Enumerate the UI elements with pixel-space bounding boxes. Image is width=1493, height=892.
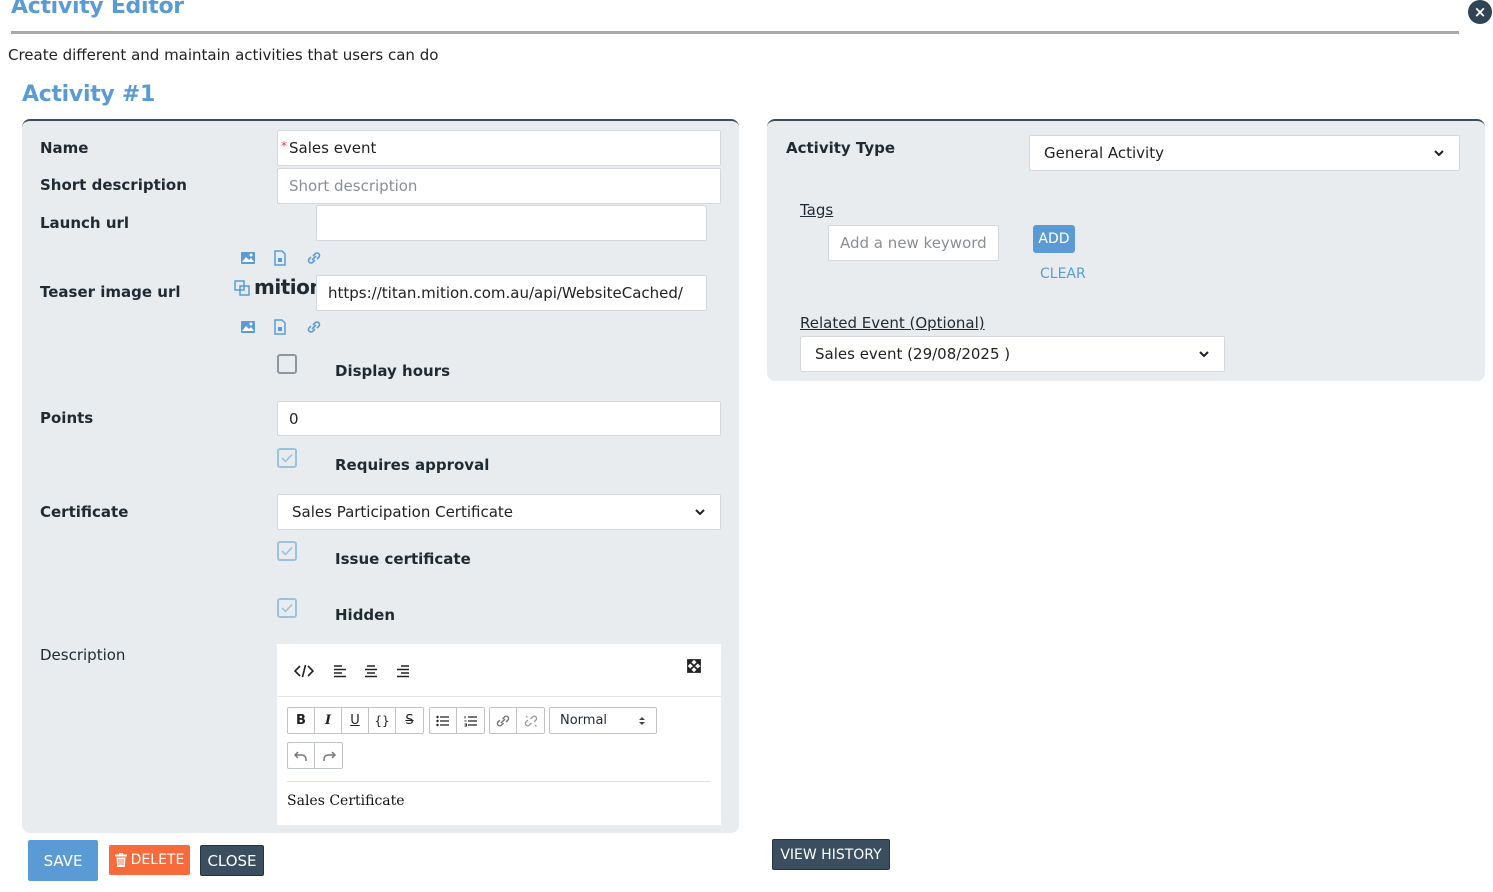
check-icon <box>281 603 293 613</box>
view-history-button[interactable]: VIEW HISTORY <box>772 839 890 870</box>
tag-keyword-input[interactable]: Add a new keyword <box>828 225 999 261</box>
image-icon[interactable] <box>240 319 256 335</box>
link-icon[interactable] <box>305 319 323 335</box>
launch-url-label: Launch url <box>40 214 130 232</box>
image-icon[interactable] <box>240 250 256 266</box>
undo-button[interactable] <box>288 743 315 768</box>
code-view-icon[interactable] <box>294 662 314 680</box>
teaser-image-url-label: Teaser image url <box>40 283 181 301</box>
add-tag-button[interactable]: ADD <box>1033 225 1075 253</box>
activity-heading: Activity #1 <box>22 82 155 107</box>
align-left-icon[interactable] <box>330 662 350 680</box>
paragraph-format-select[interactable]: Normal <box>549 707 657 734</box>
code-block-button[interactable]: {} <box>369 708 396 733</box>
related-event-selected: Sales event (29/08/2025 ) <box>815 345 1011 363</box>
bold-button[interactable]: B <box>288 708 315 733</box>
chevron-down-icon <box>695 509 705 516</box>
unlink-icon <box>524 715 537 727</box>
issue-certificate-checkbox[interactable] <box>277 541 297 561</box>
description-editor: B I U {} S Normal Sales Certificate <box>277 644 721 825</box>
requires-approval-label: Requires approval <box>335 456 490 474</box>
points-input[interactable]: 0 <box>277 401 721 436</box>
page-subtitle: Create different and maintain activities… <box>8 46 439 64</box>
page-title: Activity Editor <box>11 0 184 19</box>
certificate-label: Certificate <box>40 503 129 521</box>
name-input-value: Sales event <box>289 139 377 157</box>
fullscreen-icon[interactable] <box>684 657 704 675</box>
related-event-label: Related Event (Optional) <box>800 314 985 332</box>
paragraph-format-value: Normal <box>560 713 608 728</box>
bullet-list-icon <box>436 715 449 726</box>
insert-link-button[interactable] <box>490 708 517 733</box>
delete-button[interactable]: DELETE <box>109 845 190 875</box>
italic-button[interactable]: I <box>315 708 342 733</box>
editor-divider <box>287 781 710 782</box>
file-icon[interactable] <box>272 319 288 335</box>
format-toolbar-group: B I U {} S <box>287 707 424 734</box>
numbered-list-icon <box>464 715 477 726</box>
short-description-label: Short description <box>40 176 187 194</box>
name-label: Name <box>40 139 89 157</box>
align-right-icon[interactable] <box>393 662 413 680</box>
requires-approval-checkbox[interactable] <box>277 448 297 468</box>
close-button[interactable]: CLOSE <box>200 845 264 876</box>
activity-type-select[interactable]: General Activity <box>1029 135 1460 171</box>
bullet-list-button[interactable] <box>430 708 457 733</box>
remove-link-button[interactable] <box>517 708 544 733</box>
save-button[interactable]: SAVE <box>28 840 98 881</box>
launch-url-input[interactable] <box>316 205 707 241</box>
tags-label: Tags <box>800 201 834 219</box>
hidden-checkbox[interactable] <box>277 598 297 618</box>
align-center-icon[interactable] <box>361 662 381 680</box>
underline-button[interactable]: U <box>342 708 369 733</box>
up-down-arrows-icon <box>639 716 645 725</box>
link-icon[interactable] <box>305 250 323 266</box>
chevron-down-icon <box>1199 351 1209 358</box>
display-hours-label: Display hours <box>335 362 451 380</box>
points-label: Points <box>40 409 94 427</box>
required-mark: * <box>281 139 287 153</box>
display-hours-checkbox[interactable] <box>277 354 297 374</box>
certificate-select[interactable]: Sales Participation Certificate <box>277 494 721 530</box>
teaser-image-url-input[interactable]: https://titan.mition.com.au/api/WebsiteC… <box>316 275 707 311</box>
check-icon <box>281 453 293 463</box>
trash-icon <box>114 853 127 867</box>
list-toolbar-group <box>429 707 485 734</box>
mition-logo: mition <box>254 275 324 299</box>
delete-button-label: DELETE <box>130 852 185 868</box>
certificate-selected: Sales Participation Certificate <box>292 503 514 521</box>
issue-certificate-label: Issue certificate <box>335 550 471 568</box>
redo-icon <box>322 750 336 761</box>
hidden-label: Hidden <box>335 606 396 624</box>
chevron-down-icon <box>1434 150 1444 157</box>
copy-icon[interactable] <box>234 280 250 296</box>
editor-top-toolbar <box>277 644 721 697</box>
short-description-input[interactable]: Short description <box>277 168 721 204</box>
history-toolbar-group <box>287 742 343 769</box>
title-divider <box>11 31 1459 34</box>
link-icon <box>496 715 510 726</box>
file-icon[interactable] <box>272 250 288 266</box>
related-event-select[interactable]: Sales event (29/08/2025 ) <box>800 336 1225 372</box>
redo-button[interactable] <box>315 743 342 768</box>
strikethrough-button[interactable]: S <box>396 708 423 733</box>
editor-content[interactable]: Sales Certificate <box>287 793 405 809</box>
name-input[interactable]: * Sales event <box>277 130 721 166</box>
activity-type-label: Activity Type <box>786 139 896 157</box>
check-icon <box>281 546 293 556</box>
undo-icon <box>294 750 307 761</box>
activity-type-selected: General Activity <box>1044 144 1164 162</box>
clear-tags-link[interactable]: CLEAR <box>1040 266 1086 282</box>
description-label: Description <box>40 646 126 664</box>
link-toolbar-group <box>489 707 545 734</box>
numbered-list-button[interactable] <box>457 708 484 733</box>
close-icon[interactable]: × <box>1468 0 1492 24</box>
